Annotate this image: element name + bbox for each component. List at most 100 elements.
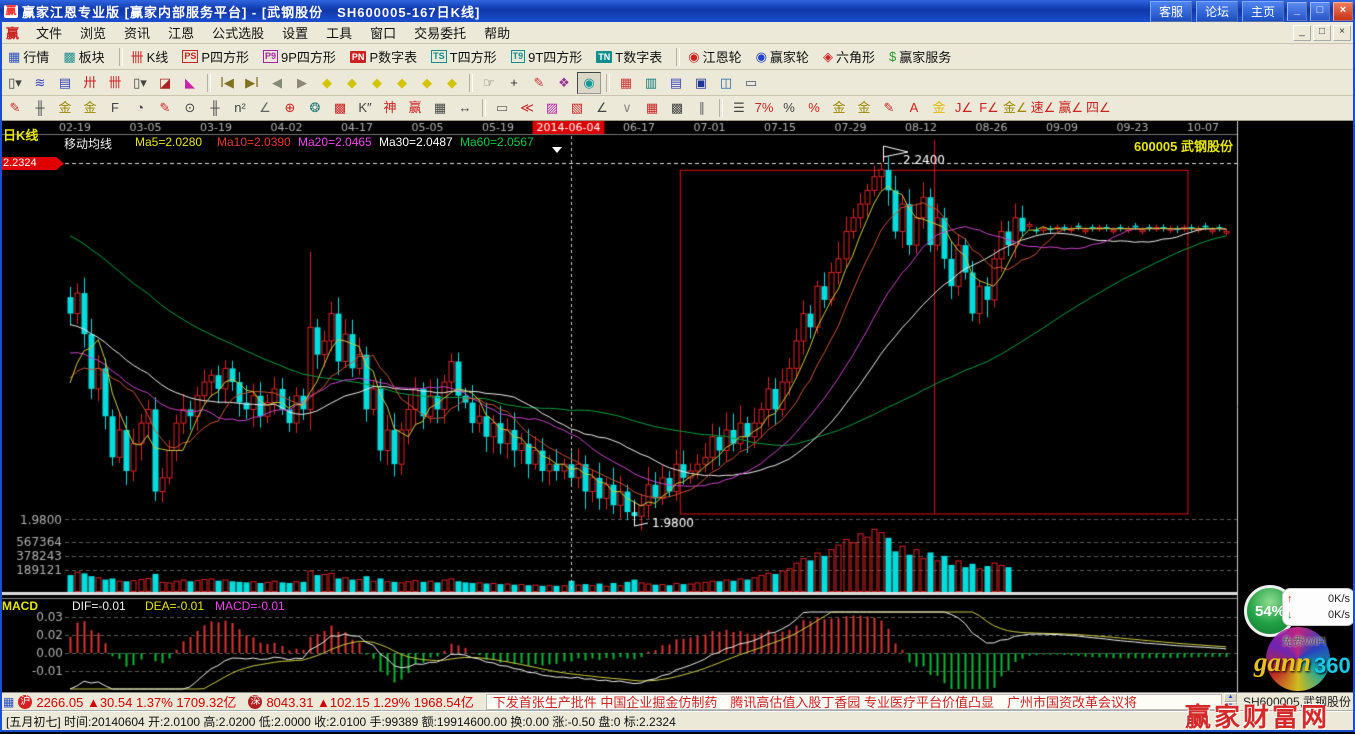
menu-item-9[interactable]: 帮助 [475, 22, 519, 43]
kline-button[interactable]: 卌K线 [127, 45, 173, 68]
grid-red-button[interactable]: ▦ [640, 97, 664, 119]
winner-service-button[interactable]: $赢家服务 [885, 45, 955, 68]
sectors-button[interactable]: ▩板块 [59, 45, 108, 68]
gold-angle-2-button[interactable]: 金∠ [1002, 97, 1029, 119]
diary-button[interactable]: ▤ [664, 72, 688, 94]
legend-dropdown-icon[interactable] [552, 147, 562, 153]
grid-tool-button[interactable]: ▦ [428, 97, 452, 119]
angle-line-button[interactable]: ∠ [590, 97, 614, 119]
restore-button[interactable]: □ [1310, 2, 1330, 21]
menu-item-4[interactable]: 公式选股 [203, 22, 273, 43]
menu-item-5[interactable]: 设置 [273, 22, 317, 43]
calculator-button[interactable]: ▥ [639, 72, 663, 94]
color-chart-button[interactable]: ◣ [178, 72, 202, 94]
circle-cross-button[interactable]: ⊕ [278, 97, 302, 119]
menu-item-2[interactable]: 资讯 [115, 22, 159, 43]
pen-flag-button[interactable]: ✎ [877, 97, 901, 119]
gann-pen-button[interactable]: ✎ [3, 97, 27, 119]
menu-item-0[interactable]: 文件 [27, 22, 71, 43]
hand-tool-button[interactable]: ☞ [477, 72, 501, 94]
k3-lines-button[interactable]: 卅 [78, 72, 102, 94]
ying-angle-button[interactable]: 赢∠ [1057, 97, 1084, 119]
web-circle-button[interactable]: ❂ [303, 97, 327, 119]
calendar-button[interactable]: ▦ [614, 72, 638, 94]
k9-lines-button[interactable]: 卌 [103, 72, 127, 94]
quote-bars-button[interactable]: ☰ [727, 97, 751, 119]
p9-square-button[interactable]: P99P四方形 [259, 45, 340, 68]
t-number-button[interactable]: TNT数字表 [592, 45, 666, 68]
kline-period-tab[interactable]: 日K线 [3, 125, 38, 144]
four-angle-button[interactable]: 四∠ [1085, 97, 1112, 119]
f-angle-button[interactable]: F∠ [977, 97, 1001, 119]
macd-pane-label[interactable]: MACD [2, 599, 38, 612]
shen-tool-button[interactable]: 神 [378, 97, 402, 119]
info-note-button[interactable]: ▤ [53, 72, 77, 94]
t9-square-button[interactable]: T99T四方形 [507, 45, 587, 68]
brain-tool-button[interactable]: ◉ [577, 72, 601, 94]
minimize-button[interactable]: _ [1287, 2, 1307, 21]
menu-item-6[interactable]: 工具 [317, 22, 361, 43]
comb-button[interactable]: ╫ [28, 97, 52, 119]
percent-line-button[interactable]: % [802, 97, 826, 119]
fan-lines-button[interactable]: ≪ [515, 97, 539, 119]
network-button[interactable]: ◫ [714, 72, 738, 94]
menu-item-3[interactable]: 江恩 [159, 22, 203, 43]
gann360-logo[interactable]: 免费WiFi gann 360 [1252, 625, 1355, 693]
period-selector-button[interactable]: ▯▾ [3, 72, 27, 94]
pen-tool-button[interactable]: ✎ [527, 72, 551, 94]
menu-item-8[interactable]: 交易委托 [405, 22, 475, 43]
homepage-button[interactable]: 主页 [1242, 1, 1284, 22]
gann-web-tool-button[interactable]: ❖ [552, 72, 576, 94]
gold-angle-button[interactable]: 金 [927, 97, 951, 119]
first-page-button[interactable]: Ⅰ◀ [215, 72, 239, 94]
spiral-button[interactable]: ◔ [128, 97, 152, 119]
speed-angle-button[interactable]: 速∠ [1030, 97, 1057, 119]
gold-comb-1-button[interactable]: 金 [53, 97, 77, 119]
diamond-expand-button[interactable]: ◆ [365, 72, 389, 94]
gold-lines-button[interactable]: 金 [852, 97, 876, 119]
fan-box-2-button[interactable]: ▧ [565, 97, 589, 119]
compass-button[interactable]: ⊙ [178, 97, 202, 119]
diamond-full-button[interactable]: ◆ [440, 72, 464, 94]
span-arrows-button[interactable]: ↔ [453, 97, 477, 119]
ying-tool-button[interactable]: 赢 [403, 97, 427, 119]
a-lines-button[interactable]: A [902, 97, 926, 119]
diamond-cross-button[interactable]: ◆ [415, 72, 439, 94]
printer-button[interactable]: ▭ [739, 72, 763, 94]
percent-button[interactable]: % [777, 97, 801, 119]
gold-comb-2-button[interactable]: 金 [78, 97, 102, 119]
diamond-right-button[interactable]: ◆ [340, 72, 364, 94]
gann-wheel-button[interactable]: ◉江恩轮 [684, 45, 745, 68]
pattern-window-button[interactable]: ≋ [28, 72, 52, 94]
comb-2-button[interactable]: ╫ [203, 97, 227, 119]
hexagon-button[interactable]: ◈六角形 [819, 45, 879, 68]
k-marks-button[interactable]: K″ [353, 97, 377, 119]
crosshair-tool-button[interactable]: + [502, 72, 526, 94]
service-button[interactable]: 客服 [1150, 1, 1192, 22]
save-button[interactable]: ▣ [689, 72, 713, 94]
last-page-button[interactable]: ▶Ⅰ [240, 72, 264, 94]
box-select-button[interactable]: ▭ [490, 97, 514, 119]
fan-box-button[interactable]: ▨ [540, 97, 564, 119]
parallel-lines-button[interactable]: ∥ [690, 97, 714, 119]
forum-button[interactable]: 论坛 [1196, 1, 1238, 22]
pen-angle-button[interactable]: ✎ [153, 97, 177, 119]
t-square-button[interactable]: TST四方形 [427, 45, 500, 68]
prev-page-button[interactable]: ◀ [265, 72, 289, 94]
child-minimize-button[interactable]: _ [1293, 25, 1311, 41]
network-speed-widget[interactable]: ↑0K/s ↓0K/s [1282, 588, 1355, 626]
j-angle-button[interactable]: J∠ [952, 97, 976, 119]
gold-circle-button[interactable]: 金 [827, 97, 851, 119]
p-square-button[interactable]: PSP四方形 [178, 45, 253, 68]
close-button[interactable]: × [1333, 2, 1353, 21]
red-chart-button[interactable]: ◪ [153, 72, 177, 94]
web-box-button[interactable]: ▩ [328, 97, 352, 119]
next-page-button[interactable]: ▶ [290, 72, 314, 94]
quotes-button[interactable]: ▦行情 [4, 45, 53, 68]
menu-item-1[interactable]: 浏览 [71, 22, 115, 43]
f-comb-button[interactable]: F [103, 97, 127, 119]
quote-grid-icon[interactable]: ▦ [3, 695, 14, 709]
grid-dark-button[interactable]: ▩ [665, 97, 689, 119]
candle-style-button[interactable]: ▯▾ [128, 72, 152, 94]
diamond-left-button[interactable]: ◆ [315, 72, 339, 94]
